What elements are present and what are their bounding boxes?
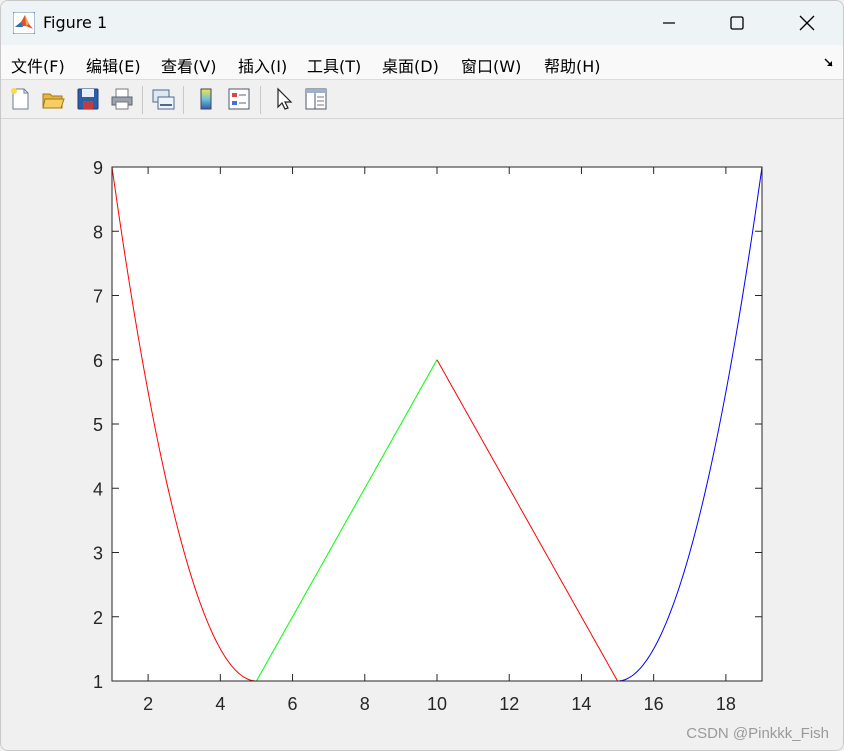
watermark-text: CSDN @Pinkkk_Fish (686, 725, 829, 742)
legend-icon[interactable] (226, 86, 252, 112)
open-file-icon[interactable] (40, 86, 66, 112)
menu-view[interactable]: 查看(V) (161, 53, 216, 77)
close-button[interactable] (775, 1, 839, 45)
y-tick-label: 6 (93, 351, 103, 371)
menu-insert[interactable]: 插入(I) (238, 53, 287, 77)
figure-window: Figure 1 文件(F) 编辑(E) 查看(V) 插入(I) 工具(T) 桌… (0, 0, 844, 751)
menu-edit[interactable]: 编辑(E) (86, 53, 141, 77)
link-plot-icon[interactable] (150, 86, 176, 112)
y-tick-label: 3 (93, 544, 103, 564)
y-tick-label: 1 (93, 672, 103, 692)
x-tick-label: 14 (571, 694, 591, 714)
x-tick-label: 10 (427, 694, 447, 714)
x-tick-label: 18 (716, 694, 736, 714)
print-icon[interactable] (109, 86, 135, 112)
property-inspector-icon[interactable] (303, 86, 329, 112)
y-tick-label: 4 (93, 479, 103, 499)
figure-canvas[interactable]: 2 4 6 8 10 12 14 16 18 1 2 3 4 5 6 7 8 9 (1, 119, 843, 750)
maximize-icon (730, 16, 744, 30)
x-tick-label: 16 (644, 694, 664, 714)
x-tick-label: 4 (215, 694, 225, 714)
menu-tools[interactable]: 工具(T) (307, 53, 361, 77)
new-figure-icon[interactable] (7, 86, 33, 112)
figure-toolbar (1, 80, 843, 119)
menu-file[interactable]: 文件(F) (11, 53, 65, 77)
y-tick-label: 7 (93, 287, 103, 307)
y-tick-label: 5 (93, 415, 103, 435)
menu-help[interactable]: 帮助(H) (544, 53, 601, 77)
matlab-logo-icon (13, 12, 35, 34)
x-tick-label: 8 (360, 694, 370, 714)
y-tick-label: 8 (93, 222, 103, 242)
y-tick-label: 9 (93, 158, 103, 178)
window-title: Figure 1 (43, 13, 108, 32)
line-plot[interactable]: 2 4 6 8 10 12 14 16 18123456789 (1, 119, 843, 750)
y-tick-label: 2 (93, 608, 103, 628)
toolbar-separator (142, 86, 143, 114)
menu-window[interactable]: 窗口(W) (461, 53, 521, 77)
maximize-button[interactable] (705, 1, 769, 45)
menu-bar: 文件(F) 编辑(E) 查看(V) 插入(I) 工具(T) 桌面(D) 窗口(W… (1, 45, 843, 80)
x-tick-label: 2 (143, 694, 153, 714)
dock-figure-icon[interactable] (823, 57, 835, 69)
toolbar-separator (260, 86, 261, 114)
save-icon[interactable] (75, 86, 101, 112)
menu-desktop[interactable]: 桌面(D) (382, 53, 439, 77)
toolbar-separator (183, 86, 184, 114)
pointer-icon[interactable] (271, 86, 297, 112)
colorbar-icon[interactable] (193, 86, 219, 112)
title-bar[interactable]: Figure 1 (1, 1, 843, 45)
x-tick-label: 12 (499, 694, 519, 714)
minimize-button[interactable] (637, 1, 701, 45)
x-tick-label: 6 (288, 694, 298, 714)
minimize-icon (663, 22, 675, 24)
axes-background (112, 167, 762, 681)
close-icon (799, 15, 815, 31)
